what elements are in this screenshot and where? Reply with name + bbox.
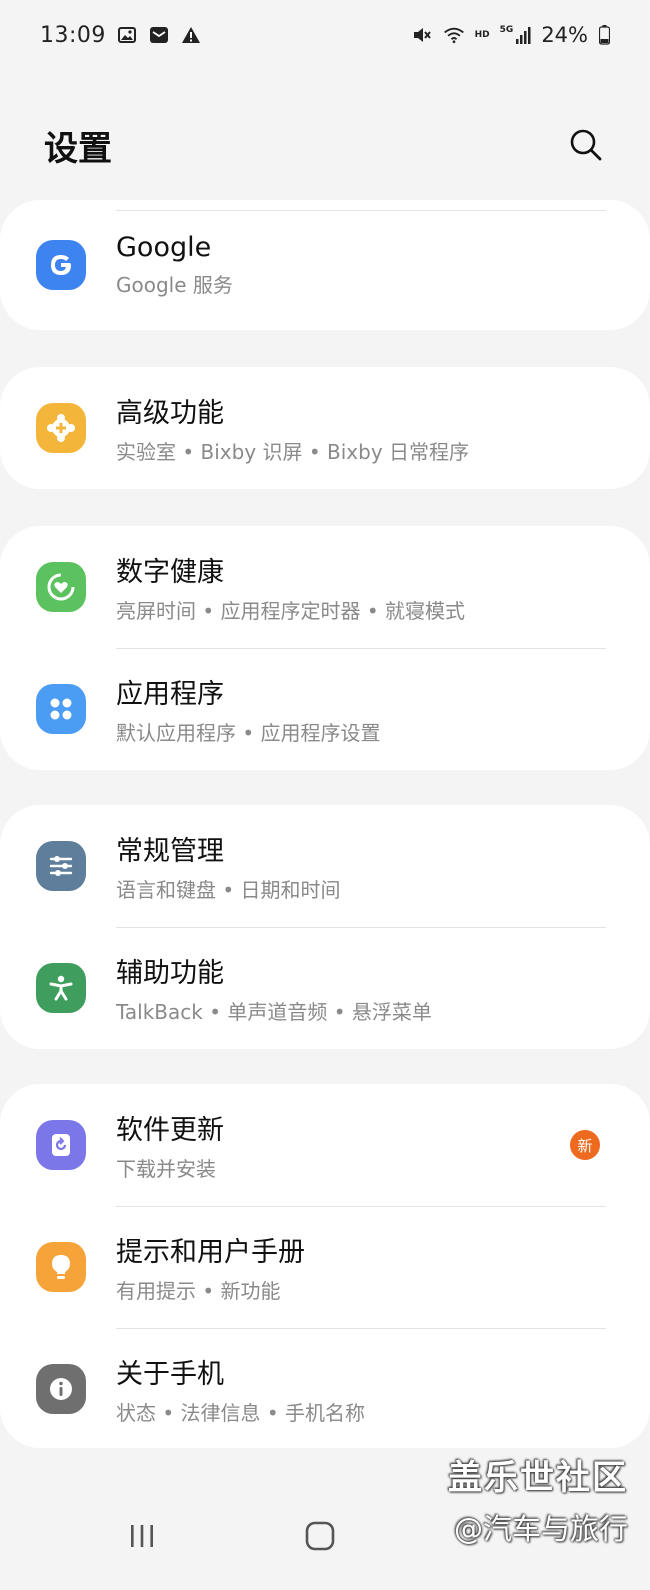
- info-icon: [36, 1364, 86, 1414]
- hd-label: HD: [474, 30, 490, 40]
- row-text: 关于手机 状态 • 法律信息 • 手机名称: [116, 1352, 365, 1426]
- settings-item-about-phone[interactable]: 关于手机 状态 • 法律信息 • 手机名称: [0, 1328, 650, 1450]
- status-right: HD 5G 24%: [411, 23, 610, 47]
- sliders-icon: [36, 841, 86, 891]
- navigation-bar: [0, 1480, 650, 1590]
- row-subtitle: 实验室 • Bixby 识屏 • Bixby 日常程序: [116, 440, 470, 464]
- row-title: 高级功能: [116, 398, 224, 429]
- settings-item-general-management[interactable]: 常规管理 语言和键盘 • 日期和时间: [0, 805, 650, 927]
- warning-icon: [180, 24, 202, 46]
- settings-card-general-accessibility: 常规管理 语言和键盘 • 日期和时间 辅助功能 TalkBack • 单声道音频…: [0, 805, 650, 1049]
- signal-icon: 5G: [500, 25, 532, 45]
- row-text: 应用程序 默认应用程序 • 应用程序设置: [116, 672, 381, 746]
- home-icon: [305, 1521, 335, 1551]
- puzzle-plus-icon: [36, 403, 86, 453]
- row-text: 高级功能 实验室 • Bixby 识屏 • Bixby 日常程序: [116, 391, 469, 465]
- battery-icon: [598, 24, 610, 46]
- row-title: 数字健康: [116, 557, 224, 588]
- row-subtitle: 状态 • 法律信息 • 手机名称: [116, 1401, 366, 1425]
- settings-item-apps[interactable]: 应用程序 默认应用程序 • 应用程序设置: [0, 648, 650, 770]
- search-icon: [570, 129, 602, 161]
- status-left: 13:09: [40, 23, 202, 48]
- row-title: Google: [116, 232, 212, 263]
- recents-button[interactable]: [118, 1516, 166, 1556]
- settings-item-accessibility[interactable]: 辅助功能 TalkBack • 单声道音频 • 悬浮菜单: [0, 927, 650, 1049]
- row-subtitle: 语言和键盘 • 日期和时间: [116, 878, 341, 902]
- header: 设置: [0, 110, 650, 180]
- row-text: 常规管理 语言和键盘 • 日期和时间: [116, 829, 341, 903]
- settings-card-wellbeing-apps: 数字健康 亮屏时间 • 应用程序定时器 • 就寝模式 应用程序 默认应用程序 •…: [0, 526, 650, 770]
- lightbulb-icon: [36, 1242, 86, 1292]
- home-button[interactable]: [296, 1514, 344, 1558]
- row-title: 常规管理: [116, 836, 224, 867]
- row-subtitle: Google 服务: [116, 273, 233, 297]
- settings-item-advanced-features[interactable]: 高级功能 实验室 • Bixby 识屏 • Bixby 日常程序: [0, 367, 650, 489]
- row-text: Google Google 服务: [116, 232, 233, 298]
- row-title: 辅助功能: [116, 958, 224, 989]
- row-title: 提示和用户手册: [116, 1237, 305, 1268]
- recents-icon: [131, 1525, 153, 1547]
- row-subtitle: TalkBack • 单声道音频 • 悬浮菜单: [116, 1000, 432, 1024]
- settings-item-google[interactable]: Google Google 服务: [0, 200, 650, 330]
- status-bar: 13:09 HD 5G 24%: [0, 0, 650, 70]
- settings-item-software-update[interactable]: 软件更新 下载并安装 新: [0, 1084, 650, 1206]
- status-time: 13:09: [40, 22, 106, 48]
- mute-icon: [411, 24, 433, 46]
- wifi-icon: [443, 24, 465, 46]
- accessibility-icon: [36, 963, 86, 1013]
- settings-item-digital-wellbeing[interactable]: 数字健康 亮屏时间 • 应用程序定时器 • 就寝模式: [0, 526, 650, 648]
- new-badge: 新: [570, 1130, 600, 1160]
- row-title: 关于手机: [116, 1359, 224, 1390]
- settings-card-update-tips-about: 软件更新 下载并安装 新 提示和用户手册 有用提示 • 新功能 关于手机 状态 …: [0, 1084, 650, 1448]
- settings-item-tips-manual[interactable]: 提示和用户手册 有用提示 • 新功能: [0, 1206, 650, 1328]
- row-subtitle: 默认应用程序 • 应用程序设置: [116, 721, 381, 745]
- battery-percent: 24%: [541, 23, 588, 47]
- network-type: 5G: [499, 25, 514, 35]
- page-title: 设置: [44, 128, 112, 169]
- row-text: 提示和用户手册 有用提示 • 新功能: [116, 1230, 305, 1304]
- row-text: 辅助功能 TalkBack • 单声道音频 • 悬浮菜单: [116, 951, 432, 1025]
- google-icon: [36, 240, 86, 290]
- row-subtitle: 下载并安装: [116, 1157, 216, 1181]
- row-subtitle: 有用提示 • 新功能: [116, 1279, 281, 1303]
- gallery-icon: [116, 24, 138, 46]
- update-icon: [36, 1120, 86, 1170]
- search-button[interactable]: [564, 123, 608, 167]
- row-subtitle: 亮屏时间 • 应用程序定时器 • 就寝模式: [116, 599, 466, 623]
- row-title: 应用程序: [116, 679, 224, 710]
- settings-card-google: Google Google 服务: [0, 200, 650, 330]
- apps-grid-icon: [36, 684, 86, 734]
- row-text: 数字健康 亮屏时间 • 应用程序定时器 • 就寝模式: [116, 550, 465, 624]
- heart-ring-icon: [36, 562, 86, 612]
- mail-icon: [148, 24, 170, 46]
- settings-card-advanced: 高级功能 实验室 • Bixby 识屏 • Bixby 日常程序: [0, 367, 650, 489]
- row-title: 软件更新: [116, 1115, 224, 1146]
- row-text: 软件更新 下载并安装: [116, 1108, 224, 1182]
